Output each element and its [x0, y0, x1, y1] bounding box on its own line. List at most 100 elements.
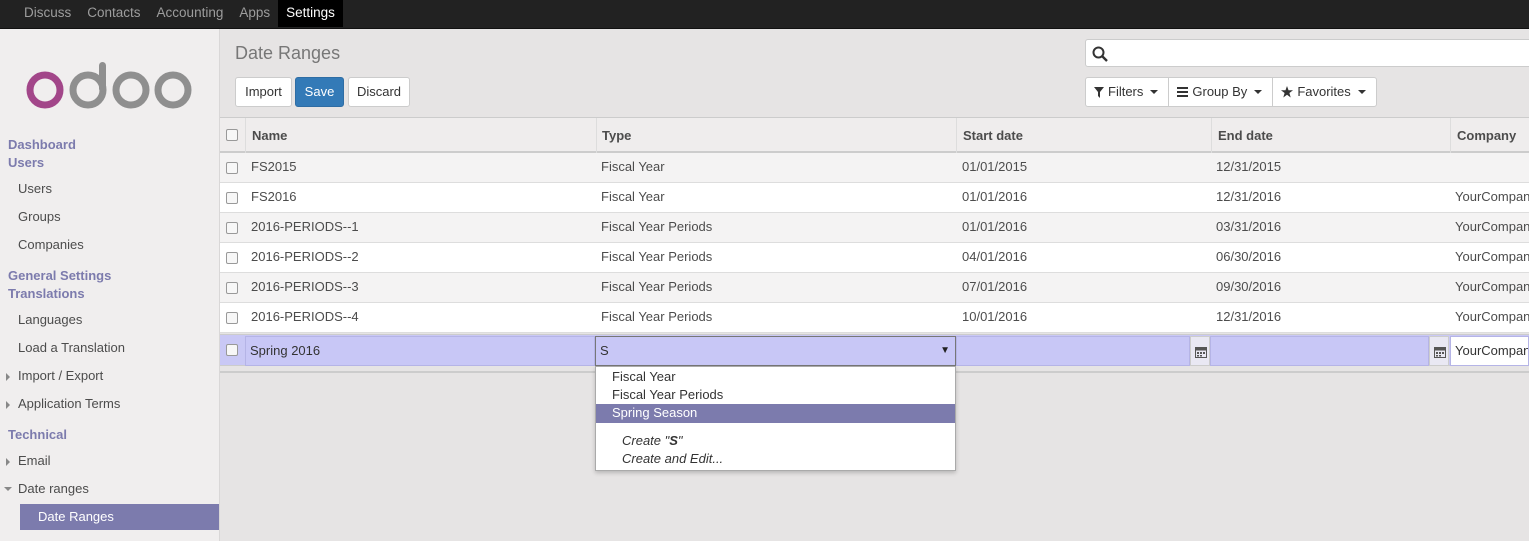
type-autocomplete-dropdown: Fiscal Year Fiscal Year Periods Spring S…	[595, 366, 956, 471]
sidebar-item-languages[interactable]: Languages	[18, 312, 82, 327]
cell-name: 2016-PERIODS--2	[251, 249, 359, 264]
menu-apps[interactable]: Apps	[231, 0, 278, 27]
sidebar-item-date-ranges[interactable]: Date Ranges	[20, 504, 219, 530]
save-button[interactable]: Save	[295, 77, 344, 107]
dropdown-option-fiscal-year[interactable]: Fiscal Year	[596, 368, 955, 387]
type-input[interactable]: S ▼	[595, 336, 956, 366]
start-date-input[interactable]	[956, 336, 1190, 366]
sidebar-item-groups[interactable]: Groups	[18, 209, 61, 224]
sidebar-item-application-terms[interactable]: Application Terms	[5, 396, 120, 411]
sidebar-heading-dashboard[interactable]: Dashboard	[8, 137, 76, 152]
column-header-company[interactable]: Company	[1450, 118, 1529, 153]
row-checkbox[interactable]	[226, 222, 238, 234]
cell-start-date: 04/01/2016	[962, 249, 1028, 264]
start-date-calendar-button[interactable]	[1190, 336, 1210, 366]
table-row[interactable]: FS2015 Fiscal Year 01/01/2015 12/31/2015	[220, 153, 1529, 183]
type-input-value: S	[600, 343, 609, 358]
discard-button[interactable]: Discard	[348, 77, 410, 107]
filters-button[interactable]: Filters	[1085, 77, 1170, 107]
cell-start-date: 01/01/2015	[962, 159, 1028, 174]
cell-end-date: 12/31/2015	[1216, 159, 1282, 174]
chevron-down-icon	[1150, 90, 1159, 94]
groupby-label: Group By	[1192, 84, 1248, 99]
cell-end-date: 12/31/2016	[1216, 189, 1282, 204]
cell-company: YourCompany	[1455, 309, 1529, 324]
sidebar-heading-users[interactable]: Users	[8, 155, 44, 170]
table-header: Name Type Start date End date Company	[220, 118, 1529, 153]
groupby-button[interactable]: Group By	[1168, 77, 1274, 107]
sidebar-item-users[interactable]: Users	[18, 181, 52, 196]
favorites-label: Favorites	[1297, 84, 1351, 99]
sidebar-item-load-translation[interactable]: Load a Translation	[18, 340, 125, 355]
cell-type: Fiscal Year	[601, 159, 665, 174]
sidebar-item-companies[interactable]: Companies	[18, 237, 84, 252]
table-row[interactable]: 2016-PERIODS--1 Fiscal Year Periods 01/0…	[220, 213, 1529, 243]
sidebar-heading-general-settings[interactable]: General Settings	[8, 268, 111, 283]
row-checkbox[interactable]	[226, 162, 238, 174]
cell-name: 2016-PERIODS--4	[251, 309, 359, 324]
sidebar-item-date-ranges-group[interactable]: Date ranges	[4, 481, 89, 496]
search-input[interactable]	[1085, 39, 1529, 67]
calendar-icon	[1195, 347, 1207, 358]
filter-icon	[1094, 86, 1104, 98]
sidebar-item-email[interactable]: Email	[6, 453, 51, 468]
table-row[interactable]: 2016-PERIODS--2 Fiscal Year Periods 04/0…	[220, 243, 1529, 273]
menu-contacts[interactable]: Contacts	[79, 0, 148, 27]
cell-type: Fiscal Year Periods	[601, 309, 713, 324]
table-row[interactable]: FS2016 Fiscal Year 01/01/2016 12/31/2016…	[220, 183, 1529, 213]
odoo-logo[interactable]	[25, 60, 195, 110]
star-icon	[1281, 86, 1294, 98]
cell-company: YourCompany	[1455, 189, 1529, 204]
column-header-end-date[interactable]: End date	[1211, 118, 1450, 153]
sidebar-heading-technical[interactable]: Technical	[8, 427, 67, 442]
create-suffix: "	[677, 433, 683, 448]
search-options: Filters Group By Favorites	[1085, 77, 1377, 107]
chevron-down-icon	[1357, 90, 1366, 94]
row-checkbox[interactable]	[226, 192, 238, 204]
dropdown-create-option[interactable]: Create "S"	[596, 432, 955, 451]
cell-end-date: 09/30/2016	[1216, 279, 1282, 294]
cell-start-date: 01/01/2016	[962, 219, 1028, 234]
column-header-name[interactable]: Name	[245, 118, 596, 153]
cell-type: Fiscal Year Periods	[601, 279, 713, 294]
cell-type: Fiscal Year Periods	[601, 249, 713, 264]
cell-name: 2016-PERIODS--3	[251, 279, 359, 294]
cell-name: 2016-PERIODS--1	[251, 219, 359, 234]
row-checkbox[interactable]	[226, 282, 238, 294]
end-date-input[interactable]	[1210, 336, 1429, 366]
dropdown-option-fiscal-year-periods[interactable]: Fiscal Year Periods	[596, 386, 955, 405]
menu-accounting[interactable]: Accounting	[149, 0, 232, 27]
menu-settings[interactable]: Settings	[278, 0, 343, 27]
row-checkbox[interactable]	[226, 344, 238, 356]
sidebar: Dashboard Users Users Groups Companies G…	[0, 29, 220, 541]
column-header-type[interactable]: Type	[596, 118, 956, 153]
cell-name: FS2016	[251, 189, 297, 204]
row-checkbox[interactable]	[226, 312, 238, 324]
import-button[interactable]: Import	[235, 77, 292, 107]
select-all-checkbox[interactable]	[226, 129, 238, 141]
cell-start-date: 10/01/2016	[962, 309, 1028, 324]
name-input[interactable]: Spring 2016	[245, 336, 595, 366]
company-input[interactable]: YourCompany	[1450, 336, 1529, 366]
sidebar-heading-translations[interactable]: Translations	[8, 286, 85, 301]
chevron-down-icon	[1254, 90, 1263, 94]
end-date-calendar-button[interactable]	[1429, 336, 1449, 366]
page-title: Date Ranges	[235, 43, 341, 63]
column-header-start-date[interactable]: Start date	[956, 118, 1211, 153]
dropdown-create-edit-option[interactable]: Create and Edit...	[596, 450, 955, 469]
menu-discuss[interactable]: Discuss	[16, 0, 79, 27]
cell-start-date: 07/01/2016	[962, 279, 1028, 294]
cell-company: YourCompany	[1455, 279, 1529, 294]
create-prefix: Create "	[622, 433, 670, 448]
table-row[interactable]: 2016-PERIODS--4 Fiscal Year Periods 10/0…	[220, 303, 1529, 333]
dropdown-option-spring-season[interactable]: Spring Season	[596, 404, 955, 423]
app-menu: Discuss Contacts Accounting Apps Setting…	[16, 0, 343, 27]
favorites-button[interactable]: Favorites	[1272, 77, 1377, 107]
dropdown-arrow-icon[interactable]: ▼	[940, 337, 950, 365]
create-term: S	[669, 433, 678, 448]
sidebar-item-import-export[interactable]: Import / Export	[5, 368, 103, 383]
table-row[interactable]: 2016-PERIODS--3 Fiscal Year Periods 07/0…	[220, 273, 1529, 303]
cell-type: Fiscal Year Periods	[601, 219, 713, 234]
filters-label: Filters	[1108, 84, 1144, 99]
row-checkbox[interactable]	[226, 252, 238, 264]
